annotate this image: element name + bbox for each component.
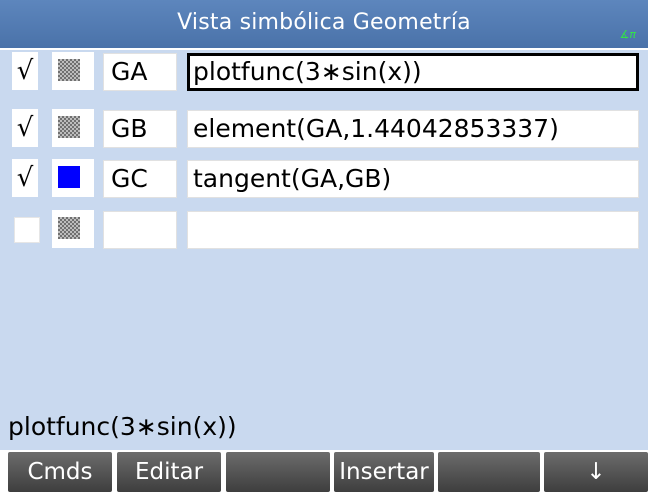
row-name[interactable] <box>103 211 177 249</box>
symbolic-row-gc[interactable]: √ GC tangent(GA,GB) <box>0 157 648 201</box>
color-swatch-box[interactable] <box>52 210 94 248</box>
color-swatch-icon <box>58 217 80 239</box>
angle-mode-icon: ∡π <box>619 28 636 41</box>
color-swatch-icon <box>58 59 80 81</box>
softkey-empty-3[interactable] <box>226 452 330 492</box>
title-bar: Vista simbólica Geometría ∡π <box>0 0 648 48</box>
color-swatch-box[interactable] <box>52 109 94 147</box>
softkey-menu: Cmds Editar Insertar ↓ <box>0 451 648 495</box>
softkey-cmds[interactable]: Cmds <box>8 452 112 492</box>
softkey-editar[interactable]: Editar <box>117 452 221 492</box>
softkey-empty-5[interactable] <box>438 452 540 492</box>
symbolic-row-empty[interactable] <box>0 208 648 252</box>
page-title: Vista simbólica Geometría <box>177 10 471 35</box>
symbolic-row-ga[interactable]: √ GA plotfunc(3∗sin(x)) <box>0 50 648 94</box>
color-swatch-icon <box>58 166 80 188</box>
row-checkbox[interactable]: √ <box>12 109 38 147</box>
symbolic-row-gb[interactable]: √ GB element(GA,1.44042853337) <box>0 107 648 151</box>
row-expression[interactable] <box>187 211 639 249</box>
row-checkbox[interactable]: √ <box>12 159 38 197</box>
color-swatch-box[interactable] <box>52 159 94 197</box>
row-expression[interactable]: tangent(GA,GB) <box>187 160 639 198</box>
softkey-insertar[interactable]: Insertar <box>334 452 434 492</box>
command-line[interactable]: plotfunc(3∗sin(x)) <box>8 412 237 441</box>
color-swatch-box[interactable] <box>52 52 94 90</box>
row-name[interactable]: GB <box>103 110 177 148</box>
row-name[interactable]: GC <box>103 160 177 198</box>
row-name[interactable]: GA <box>103 53 177 91</box>
row-expression[interactable]: plotfunc(3∗sin(x)) <box>187 53 639 91</box>
color-swatch-icon <box>58 116 80 138</box>
row-checkbox[interactable]: √ <box>12 52 38 90</box>
row-expression[interactable]: element(GA,1.44042853337) <box>187 110 639 148</box>
down-arrow-icon[interactable]: ↓ <box>544 452 648 492</box>
row-checkbox[interactable] <box>14 217 40 243</box>
